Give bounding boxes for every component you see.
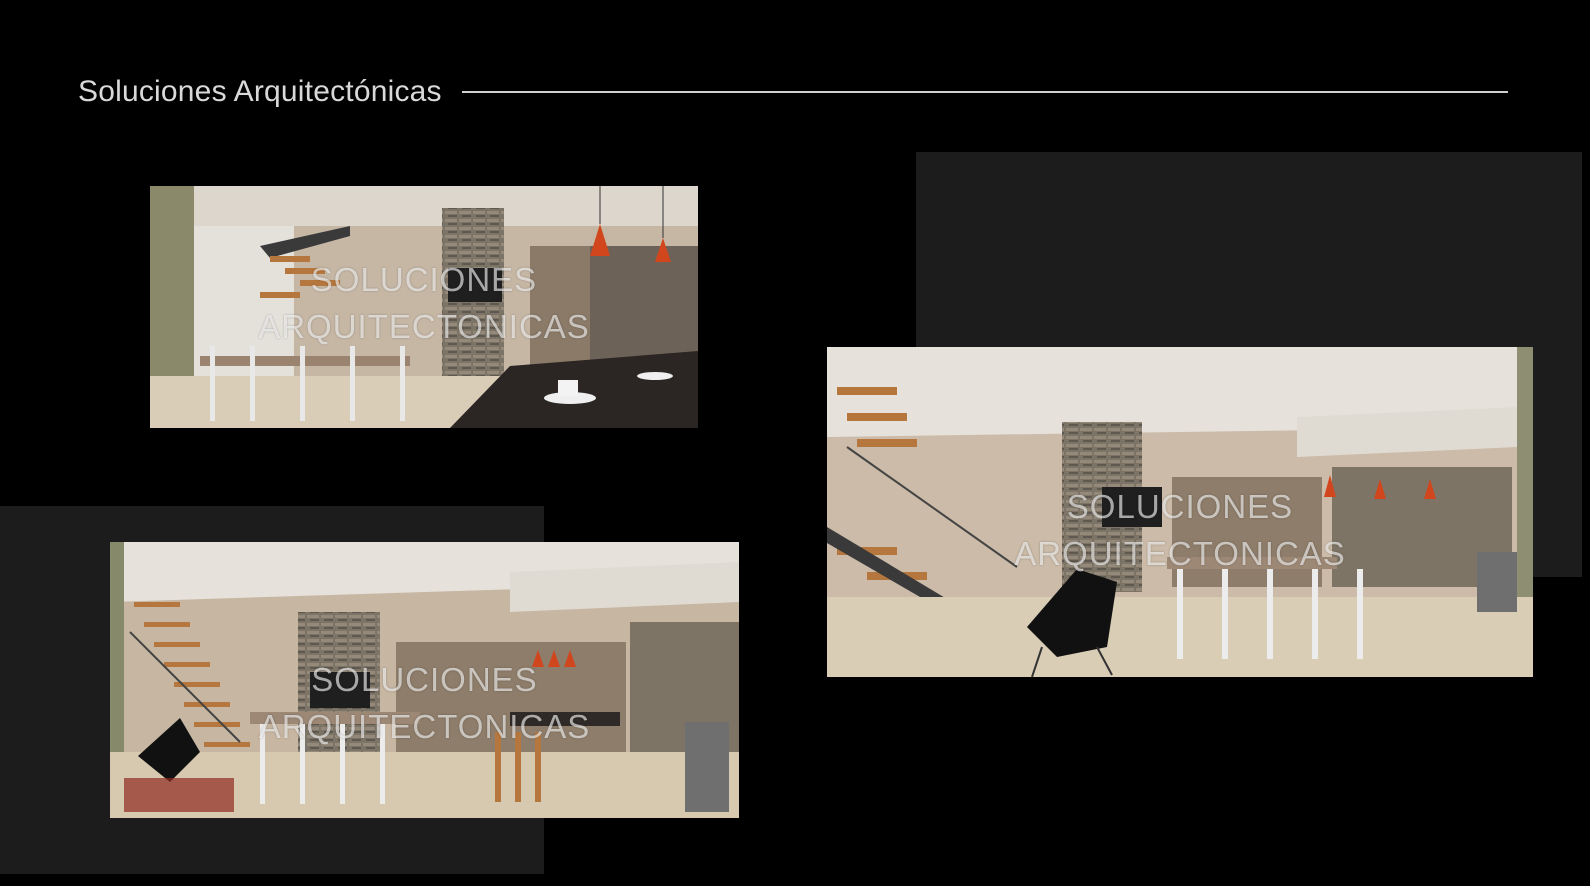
watermark-line-2: ARQUITECTONICAS [258,708,591,745]
header-divider [461,91,1508,93]
watermark-line-2: ARQUITECTONICAS [258,308,590,345]
page-title: Soluciones Arquitectónicas [78,75,442,108]
page-header: Soluciones Arquitectónicas [78,70,1508,114]
render-image-stair-living: SOLUCIONES ARQUITECTONICAS [110,542,739,818]
render-image-open-plan: SOLUCIONES ARQUITECTONICAS [827,347,1533,677]
watermark-line-1: SOLUCIONES [311,661,538,698]
watermark-line-1: SOLUCIONES [1066,488,1294,525]
render-image-dining-kitchen: SOLUCIONES ARQUITECTONICAS [150,186,698,428]
watermark-line-1: SOLUCIONES [310,261,538,298]
watermark-line-2: ARQUITECTONICAS [1014,535,1346,572]
